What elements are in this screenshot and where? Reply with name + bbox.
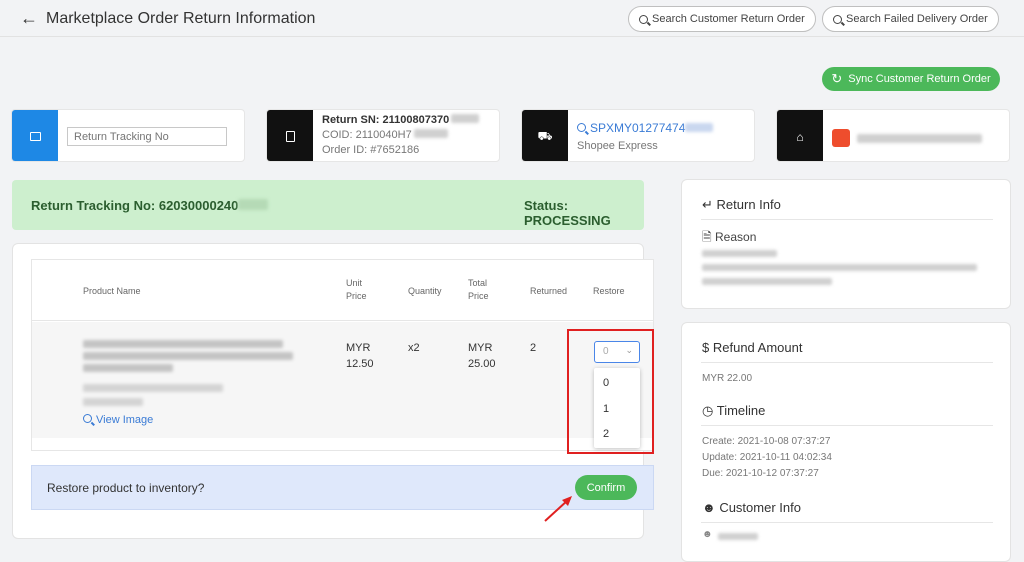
return-info-title: ↵ Return Info <box>702 197 781 212</box>
return-sn: Return SN: 21100807370 <box>322 114 450 126</box>
document-icon <box>267 110 313 161</box>
reason-label: 🗎 Reason <box>702 230 757 244</box>
user-icon: ☻ <box>702 500 716 515</box>
restore-options-dropdown: 0 1 2 <box>594 368 640 448</box>
col-restore: Restore <box>593 286 625 296</box>
col-quantity: Quantity <box>408 286 442 296</box>
search-icon <box>577 123 586 132</box>
coid: COID: 2110040H7 <box>322 129 412 141</box>
return-tracking-no: Return Tracking No: 62030000240 <box>31 198 239 213</box>
document-icon: 🗎 <box>702 230 712 244</box>
search-customer-return-button[interactable]: Search Customer Return Order <box>628 6 816 32</box>
confirm-button[interactable]: Confirm <box>575 475 637 500</box>
page-title: Marketplace Order Return Information <box>46 10 316 27</box>
sync-icon: ↻ <box>831 71 843 86</box>
timeline-create: Create: 2021-10-08 07:37:27 <box>702 436 831 447</box>
header-divider <box>0 36 1024 37</box>
timeline-update: Update: 2021-10-11 04:02:34 <box>702 452 832 463</box>
shopee-logo-icon <box>832 129 850 147</box>
sync-customer-return-button[interactable]: ↻ Sync Customer Return Order <box>822 67 1000 91</box>
restore-option-2[interactable]: 2 <box>603 428 609 440</box>
red-arrow-icon <box>544 496 572 522</box>
chevron-down-icon: ⌄ <box>625 345 633 355</box>
col-returned: Returned <box>530 286 568 296</box>
shipment-link[interactable]: SPXMY01277474 <box>577 121 714 136</box>
returned-value: 2 <box>530 342 537 354</box>
search-icon <box>83 414 92 423</box>
quantity-value: x2 <box>408 342 420 354</box>
unit-price-value: MYR 12.50 <box>346 342 374 370</box>
restore-option-0[interactable]: 0 <box>603 377 609 389</box>
return-status-bar: Return Tracking No: 62030000240 Status: … <box>12 180 644 230</box>
tracking-card-icon <box>12 110 58 161</box>
refund-amount: MYR 22.00 <box>702 373 753 384</box>
product-table: Product Name Unit Price Quantity Total P… <box>31 259 654 451</box>
timeline-due: Due: 2021-10-12 07:37:27 <box>702 468 819 479</box>
restore-option-1[interactable]: 1 <box>603 403 609 415</box>
status-label: Status: PROCESSING <box>524 198 611 228</box>
return-info-panel: ↵ Return Info 🗎 Reason <box>681 179 1011 309</box>
user-icon: ☻ <box>702 529 713 540</box>
return-sn-card: Return SN: 21100807370 COID: 2110040H7 O… <box>266 109 500 162</box>
view-image-link[interactable]: View Image <box>83 412 153 428</box>
restore-question: Restore product to inventory? <box>47 481 205 495</box>
dollar-icon: $ <box>702 340 710 355</box>
timeline-title: ◷ Timeline <box>702 403 766 418</box>
store-card: ⌂ <box>776 109 1010 162</box>
tracking-input-card <box>11 109 245 162</box>
search-icon <box>833 14 842 24</box>
order-id: Order ID: #7652186 <box>322 144 420 156</box>
home-icon: ⌂ <box>777 110 823 161</box>
return-icon: ↵ <box>702 197 713 212</box>
col-total-price: Total Price <box>468 278 489 301</box>
col-product-name: Product Name <box>83 286 141 296</box>
shipment-card: ⛟ SPXMY01277474 Shopee Express <box>521 109 755 162</box>
total-price-value: MYR 25.00 <box>468 342 496 370</box>
return-tracking-input[interactable] <box>67 127 227 146</box>
back-arrow-icon[interactable]: ← <box>20 8 38 29</box>
customer-info-title: ☻ Customer Info <box>702 500 801 515</box>
refund-title: $ Refund Amount <box>702 340 803 355</box>
truck-icon: ⛟ <box>522 110 568 161</box>
col-unit-price: Unit Price <box>346 278 367 301</box>
details-panel: $ Refund Amount MYR 22.00 ◷ Timeline Cre… <box>681 322 1011 562</box>
search-icon <box>639 14 648 24</box>
restore-quantity-select[interactable]: 0 ⌄ <box>594 341 640 363</box>
search-failed-delivery-button[interactable]: Search Failed Delivery Order <box>822 6 999 32</box>
clock-icon: ◷ <box>702 403 714 418</box>
courier-name: Shopee Express <box>577 140 658 152</box>
